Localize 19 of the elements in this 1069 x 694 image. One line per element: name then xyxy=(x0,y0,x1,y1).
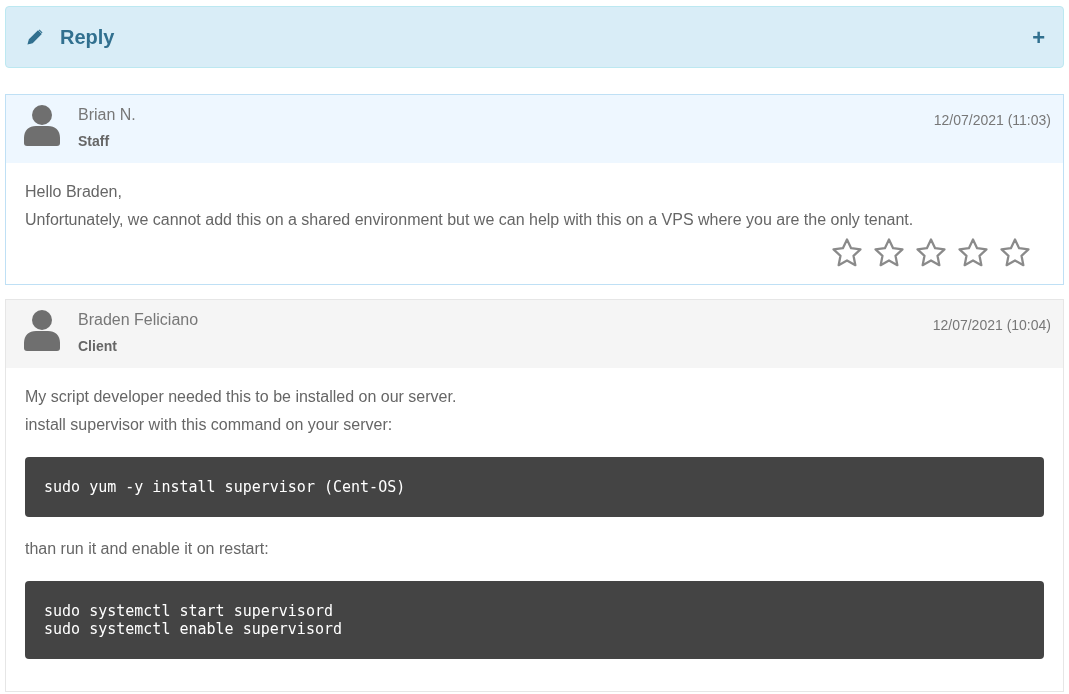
expand-toggle[interactable]: + xyxy=(1032,20,1045,54)
user-avatar-icon xyxy=(24,104,60,146)
pencil-icon xyxy=(26,28,44,46)
author-role: Staff xyxy=(78,132,111,151)
author-name: Braden Feliciano xyxy=(78,310,199,330)
code-block: sudo yum -y install supervisor (Cent-OS) xyxy=(25,457,1044,517)
author-name: Brian N. xyxy=(78,105,136,125)
message-date: 12/07/2021 (10:04) xyxy=(932,316,1051,335)
author-role: Client xyxy=(78,337,118,356)
message-text: install supervisor with this command on your server: xyxy=(25,415,394,435)
message-text: than run it and enable it on restart: xyxy=(25,539,270,559)
message-text: My script developer needed this to be installed on our server. xyxy=(25,387,458,407)
reply-panel[interactable]: Reply + xyxy=(5,6,1064,68)
message-text: Unfortunately, we cannot add this on a shared environment but we can help with this on a VPS where you are the only tenant. xyxy=(25,210,915,230)
user-avatar-icon xyxy=(24,309,60,351)
message-text: Hello Braden, xyxy=(25,182,123,202)
message-date: 12/07/2021 (11:03) xyxy=(933,111,1051,130)
code-block: sudo systemctl start supervisord sudo systemctl enable supervisord xyxy=(25,581,1044,659)
reply-title: Reply xyxy=(60,25,115,50)
